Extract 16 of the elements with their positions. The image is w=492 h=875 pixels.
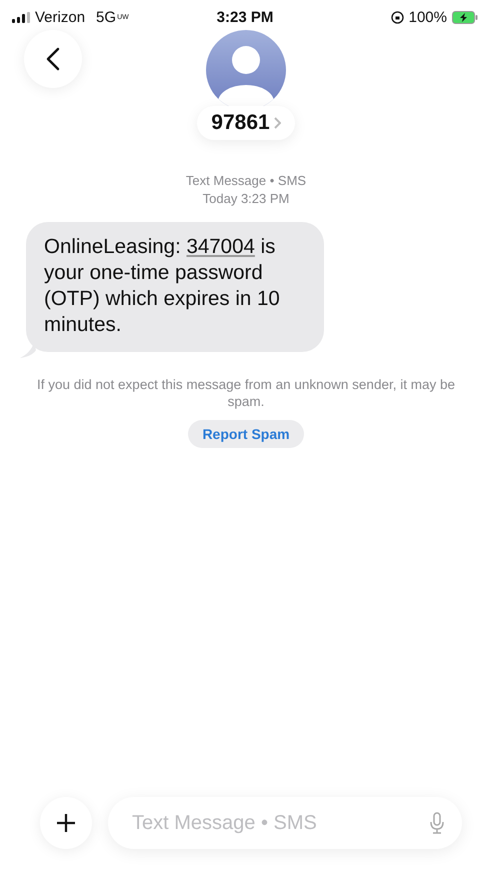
plus-icon: [56, 813, 76, 833]
code-link[interactable]: 347004: [186, 235, 255, 258]
rotation-lock-icon: [390, 10, 404, 24]
signal-icon: [12, 12, 30, 22]
message-text: OnlineLeasing: 347004 is your one-time password (OTP) which expires in 10 minutes.: [44, 235, 280, 336]
clock-time: 3:23 PM: [216, 8, 274, 26]
back-chevron-icon: [46, 47, 60, 71]
carrier-name: Verizon: [35, 8, 86, 26]
chevron-icon: [274, 117, 281, 129]
service-label: Text Message • SMS: [186, 172, 306, 190]
battery-percent: 100%: [408, 8, 447, 26]
message-timestamp: Today 3:23 PM: [202, 190, 290, 208]
report-spam-button[interactable]: Report Spam: [188, 420, 304, 448]
network-type: 5G: [96, 8, 116, 26]
message-input-field[interactable]: Text Message • SMS: [130, 810, 430, 836]
spam-notice: If you did not expect this message from an unknown sender, it may be spam.: [36, 376, 456, 410]
